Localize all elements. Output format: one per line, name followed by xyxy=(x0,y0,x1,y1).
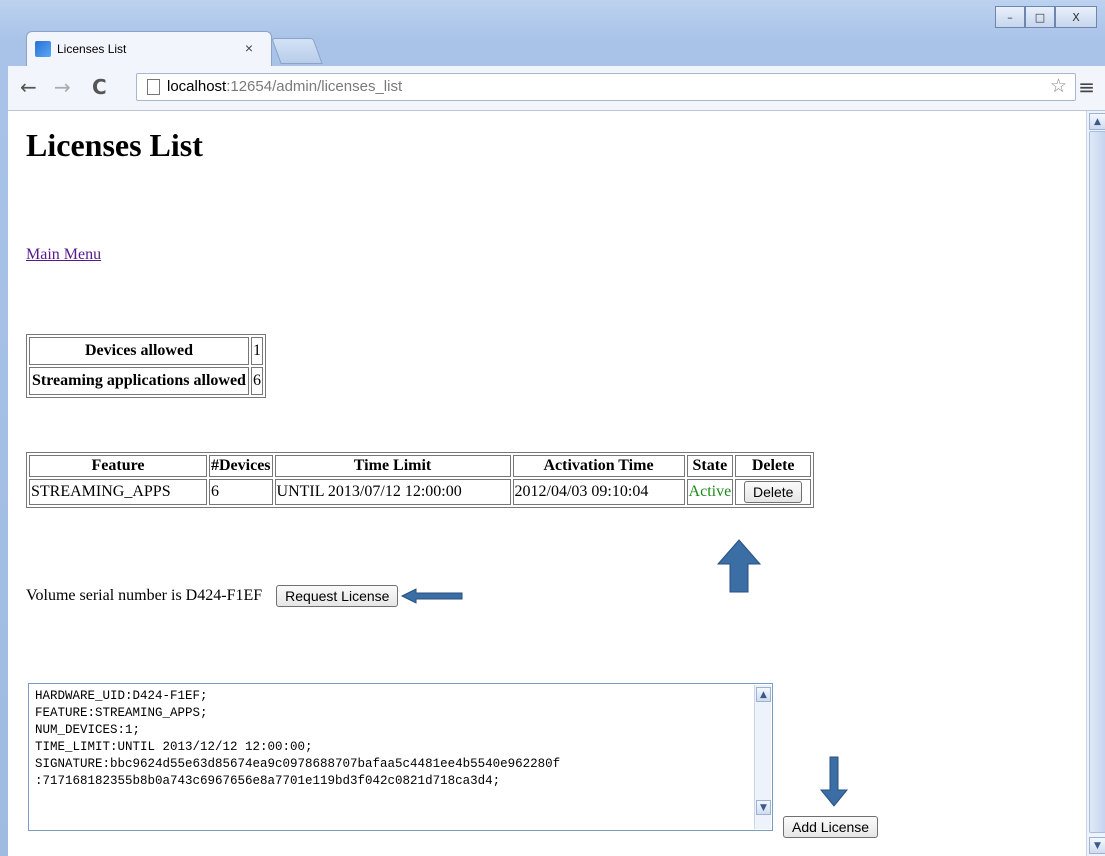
tab-title: Licenses List xyxy=(57,42,127,56)
reload-icon[interactable]: C xyxy=(92,75,107,99)
page-scrollbar[interactable]: ▲ ▼ xyxy=(1086,111,1105,856)
column-header: Delete xyxy=(735,455,812,477)
summary-label: Devices allowed xyxy=(29,337,249,365)
column-header: State xyxy=(686,455,734,477)
textarea-scrollbar[interactable]: ▲ ▼ xyxy=(754,685,771,829)
window-controls: – □ X xyxy=(995,6,1097,28)
column-header: Feature xyxy=(29,455,207,477)
volume-serial-text: Volume serial number is D424-F1EF xyxy=(26,587,263,604)
scroll-down-icon[interactable]: ▼ xyxy=(1089,837,1105,854)
page-title: Licenses List xyxy=(26,127,203,163)
chrome-menu-icon[interactable]: ≡ xyxy=(1078,75,1095,99)
site-favicon-icon xyxy=(35,41,51,57)
summary-value: 1 xyxy=(250,337,263,365)
address-bar[interactable]: localhost:12654/admin/licenses_list ☆ xyxy=(136,73,1076,101)
devices-cell: 6 xyxy=(209,479,273,505)
textarea-scroll-down-icon[interactable]: ▼ xyxy=(756,800,771,815)
activation-time-cell: 2012/04/03 09:10:04 xyxy=(512,479,685,505)
forward-arrow-icon[interactable]: → xyxy=(54,75,71,99)
scroll-up-icon[interactable]: ▲ xyxy=(1089,113,1105,130)
table-row: Streaming applications allowed 6 xyxy=(29,367,263,395)
column-header: Time Limit xyxy=(274,455,511,477)
table-row: STREAMING_APPS 6 UNTIL 2013/07/12 12:00:… xyxy=(29,479,812,505)
license-summary-table: Devices allowed 1 Streaming applications… xyxy=(26,334,266,398)
bookmark-star-icon[interactable]: ☆ xyxy=(1050,75,1067,97)
minimize-button[interactable]: – xyxy=(995,6,1025,28)
textarea-scroll-up-icon[interactable]: ▲ xyxy=(756,687,771,702)
annotation-up-arrow-icon xyxy=(716,539,762,593)
state-cell: Active xyxy=(686,479,734,505)
new-tab-button[interactable] xyxy=(271,38,323,64)
delete-license-button[interactable]: Delete xyxy=(743,481,803,503)
time-limit-cell: UNTIL 2013/07/12 12:00:00 xyxy=(274,479,511,505)
browser-window: – □ X Licenses List × ← → C localhost:12… xyxy=(0,0,1105,856)
close-tab-icon[interactable]: × xyxy=(245,40,253,56)
main-menu-link[interactable]: Main Menu xyxy=(26,246,101,264)
annotation-down-arrow-icon xyxy=(819,756,849,807)
feature-cell: STREAMING_APPS xyxy=(29,479,207,505)
volume-serial-row: Volume serial number is D424-F1EF Reques… xyxy=(26,585,464,607)
summary-label: Streaming applications allowed xyxy=(29,367,249,395)
license-text-area[interactable]: HARDWARE_UID:D424-F1EF; FEATURE:STREAMIN… xyxy=(28,683,773,831)
maximize-button[interactable]: □ xyxy=(1025,6,1055,28)
back-arrow-icon[interactable]: ← xyxy=(20,75,37,99)
annotation-left-arrow-icon xyxy=(401,588,463,604)
page-viewport: Licenses List Main Menu Devices allowed … xyxy=(8,111,1086,856)
add-license-button[interactable]: Add License xyxy=(783,816,879,838)
delete-cell: Delete xyxy=(735,479,812,505)
browser-tab[interactable]: Licenses List × xyxy=(26,31,272,66)
summary-value: 6 xyxy=(250,367,263,395)
table-row: Devices allowed 1 xyxy=(29,337,263,365)
licenses-table: Feature #Devices Time Limit Activation T… xyxy=(26,452,815,508)
column-header: Activation Time xyxy=(512,455,685,477)
browser-toolbar: ← → C localhost:12654/admin/licenses_lis… xyxy=(8,66,1105,111)
request-license-button[interactable]: Request License xyxy=(276,585,399,607)
table-header-row: Feature #Devices Time Limit Activation T… xyxy=(29,455,812,477)
scroll-thumb[interactable] xyxy=(1089,131,1105,833)
page-icon xyxy=(147,79,160,95)
url-text: localhost:12654/admin/licenses_list xyxy=(167,78,403,95)
close-window-button[interactable]: X xyxy=(1055,6,1097,28)
column-header: #Devices xyxy=(209,455,273,477)
